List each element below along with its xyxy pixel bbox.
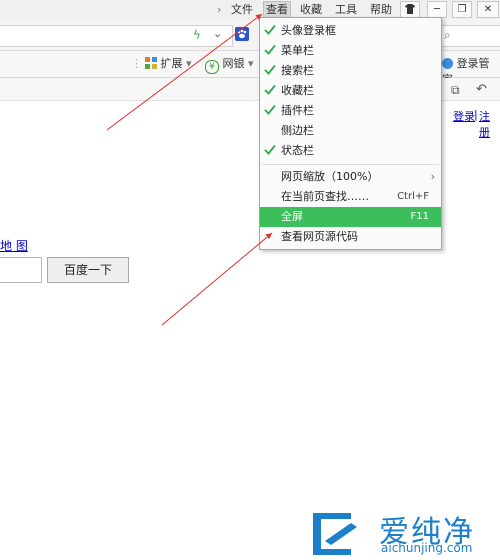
check-icon	[264, 24, 276, 35]
menu-item-menubar[interactable]: 菜单栏	[260, 41, 441, 61]
menu-item-label: 查看网页源代码	[281, 230, 358, 243]
menu-item-fullscreen[interactable]: 全屏 F11	[260, 207, 441, 227]
menu-item-shortcut: F11	[410, 211, 429, 222]
menu-item-plugin-bar[interactable]: 插件栏	[260, 101, 441, 121]
toolbar-grip: ⋮	[131, 57, 142, 70]
menu-item-label: 收藏栏	[281, 84, 314, 97]
check-icon	[264, 84, 276, 95]
menu-item-view-source[interactable]: 查看网页源代码	[260, 227, 441, 247]
check-icon	[264, 44, 276, 55]
menu-item-label: 头像登录框	[281, 24, 336, 37]
baidu-search-input[interactable]	[0, 257, 42, 283]
netbank-button[interactable]: ¥ 网银 ▾	[205, 56, 254, 74]
check-icon	[264, 104, 276, 115]
menu-item-searchbar[interactable]: 搜索栏	[260, 61, 441, 81]
menu-tools[interactable]: 工具	[333, 2, 359, 17]
menu-item-label: 搜索栏	[281, 64, 314, 77]
login-manager-icon	[442, 58, 453, 69]
menu-item-label: 插件栏	[281, 104, 314, 117]
menu-item-label: 全屏	[281, 210, 303, 223]
menu-item-find-in-page[interactable]: 在当前页查找…… Ctrl+F	[260, 187, 441, 207]
menu-separator	[262, 164, 439, 165]
check-icon	[264, 144, 276, 155]
baidu-paw-icon[interactable]	[235, 27, 249, 41]
netbank-shield-icon: ¥	[205, 60, 219, 74]
menu-item-label: 状态栏	[281, 144, 314, 157]
check-icon	[264, 64, 276, 75]
close-icon[interactable]: ✕	[477, 1, 499, 18]
restore-tab-icon[interactable]: ⧉	[451, 83, 460, 98]
menu-item-label: 在当前页查找……	[281, 190, 369, 203]
lightning-icon[interactable]: ϟ	[193, 28, 201, 42]
menu-item-page-zoom[interactable]: 网页缩放（100%） ›	[260, 167, 441, 187]
extensions-button[interactable]: 扩展 ▾	[145, 56, 192, 72]
register-link[interactable]: 注册	[479, 108, 500, 140]
extensions-label: 扩展	[160, 57, 183, 70]
menu-view[interactable]: 查看	[263, 1, 291, 18]
netbank-label: 网银	[222, 57, 245, 70]
menu-item-label: 菜单栏	[281, 44, 314, 57]
menu-item-favorites-bar[interactable]: 收藏栏	[260, 81, 441, 101]
menu-item-sidebar[interactable]: 侧边栏	[260, 121, 441, 141]
menu-item-statusbar[interactable]: 状态栏	[260, 141, 441, 161]
menu-item-avatar-login-box[interactable]: 头像登录框	[260, 21, 441, 41]
menu-favorites[interactable]: 收藏	[298, 2, 324, 17]
menu-item-shortcut: Ctrl+F	[397, 191, 429, 202]
menu-file[interactable]: 文件	[229, 2, 255, 17]
login-link[interactable]: 登录	[453, 108, 475, 124]
submenu-chevron-right-icon: ›	[430, 170, 435, 183]
menu-help[interactable]: 帮助	[368, 2, 394, 17]
login-manager-button[interactable]: 登录管家	[442, 56, 500, 86]
extensions-dropdown-icon: ▾	[186, 57, 192, 70]
extensions-icon	[145, 57, 157, 69]
menu-overflow-chevron-icon[interactable]: ›	[215, 2, 223, 17]
view-menu: 头像登录框 菜单栏 搜索栏 收藏栏 插件栏 侧边栏 状态栏 网页缩放（100%）…	[259, 17, 442, 250]
chevron-down-icon[interactable]: ⌄	[213, 27, 222, 40]
skin-icon[interactable]	[400, 1, 420, 18]
watermark-url: aichunjing.com	[381, 541, 473, 555]
menu-item-label: 网页缩放（100%）	[281, 170, 379, 183]
watermark-logo	[313, 513, 357, 555]
restore-icon[interactable]: ❐	[452, 1, 472, 18]
search-icon[interactable]: ⌕	[444, 28, 451, 43]
undo-icon[interactable]: ↶	[476, 82, 487, 97]
annotation-arrow-to-fullscreen	[161, 232, 273, 326]
minimize-icon[interactable]: ─	[427, 1, 447, 18]
menu-item-label: 侧边栏	[281, 124, 314, 137]
nav-separator: |	[474, 108, 478, 121]
baidu-search-button[interactable]: 百度一下	[47, 257, 129, 283]
map-link[interactable]: 地 图	[0, 237, 28, 254]
netbank-dropdown-icon: ▾	[248, 57, 254, 70]
